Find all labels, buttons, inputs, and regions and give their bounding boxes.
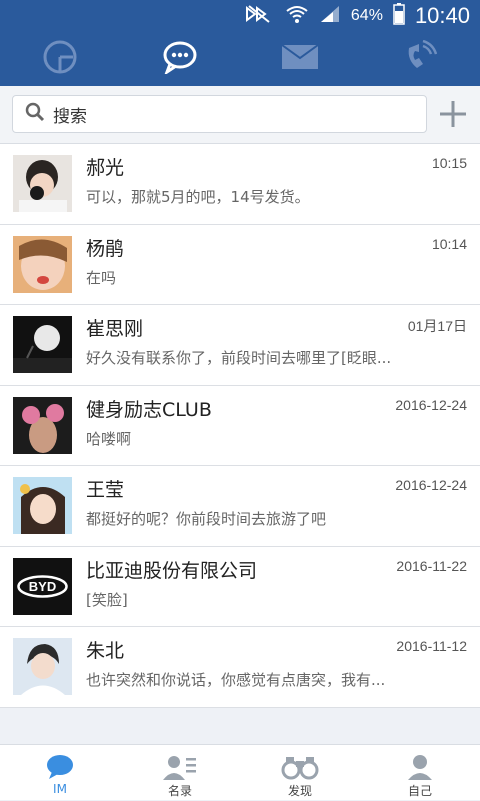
conversation-row[interactable]: 朱北 2016-11-12 也许突然和你说话，你感觉有点唐突，我有... [0, 627, 480, 708]
avatar: BYD [13, 557, 72, 615]
contact-name: 比亚迪股份有限公司 [86, 559, 258, 582]
chat-bubbles-icon [162, 40, 198, 78]
message-time: 10:15 [431, 155, 467, 171]
bottom-nav: IM 名录 发现 自己 [0, 744, 480, 800]
message-preview: 可以，那就5月的吧，14号发货。 [86, 188, 310, 206]
tab-g[interactable] [0, 32, 120, 86]
avatar [13, 638, 72, 695]
conversation-list: 郝光 10:15 可以，那就5月的吧，14号发货。 杨鹃 10:14 在吗 崔思… [0, 144, 480, 708]
top-tab-bar [0, 32, 480, 86]
tab-mail[interactable] [240, 32, 360, 86]
message-preview: 哈喽啊 [86, 429, 132, 448]
message-time: 01月17日 [407, 318, 467, 334]
conversation-row[interactable]: 健身励志CLUB 2016-12-24 哈喽啊 [0, 385, 480, 466]
conversation-row[interactable]: 郝光 10:15 可以，那就5月的吧，14号发货。 [0, 144, 480, 225]
person-icon [400, 754, 440, 780]
search-bar: 搜索 [0, 86, 480, 144]
phone-icon [403, 39, 438, 78]
nav-discover[interactable]: 发现 [240, 745, 360, 801]
search-placeholder: 搜索 [53, 106, 87, 127]
message-preview: [笑脸] [86, 590, 128, 609]
avatar [13, 396, 72, 454]
wifi-icon [285, 4, 309, 29]
g-logo-icon [43, 40, 77, 78]
nav-directory[interactable]: 名录 [120, 745, 240, 801]
message-preview: 也许突然和你说话，你感觉有点唐突，我有... [86, 671, 386, 689]
plus-icon [436, 101, 470, 135]
contact-name: 健身励志CLUB [86, 398, 212, 421]
contact-name: 王莹 [86, 479, 125, 501]
contact-name: 郝光 [86, 157, 125, 179]
status-bar: 64% 10:40 [0, 0, 480, 32]
contacts-list-icon [160, 754, 200, 780]
chat-icon [40, 754, 80, 780]
avatar [13, 316, 72, 373]
signal-icon [319, 4, 341, 29]
nav-me[interactable]: 自己 [360, 745, 480, 801]
nav-label: 自己 [407, 784, 432, 798]
search-icon [25, 102, 45, 126]
tab-phone[interactable] [360, 32, 480, 86]
nav-im[interactable]: IM [0, 745, 120, 801]
message-preview: 都挺好的呢？你前段时间去旅游了吧 [86, 510, 327, 528]
conversation-row[interactable]: 崔思刚 01月17日 好久没有联系你了，前段时间去哪里了[眨眼... [0, 305, 480, 386]
message-time: 2016-12-24 [395, 396, 467, 413]
message-preview: 好久没有联系你了，前段时间去哪里了[眨眼... [86, 349, 392, 367]
binoculars-icon [280, 754, 320, 780]
mail-icon [281, 44, 319, 74]
message-time: 2016-12-24 [395, 477, 467, 493]
avatar [13, 235, 72, 293]
message-time: 10:14 [431, 235, 467, 252]
message-time: 2016-11-12 [396, 638, 467, 654]
contact-name: 朱北 [86, 640, 125, 662]
clock: 10:40 [414, 3, 470, 28]
contact-name: 崔思刚 [86, 318, 144, 340]
message-time: 2016-11-22 [396, 557, 467, 574]
nav-label: IM [53, 782, 67, 796]
avatar [13, 477, 72, 534]
conversation-row[interactable]: 王莹 2016-12-24 都挺好的呢？你前段时间去旅游了吧 [0, 466, 480, 547]
add-button[interactable] [436, 97, 470, 131]
svg-text:BYD: BYD [29, 579, 56, 594]
contact-name: 杨鹃 [86, 237, 125, 260]
battery-percent: 64% [350, 7, 383, 24]
nav-label: 名录 [167, 784, 192, 798]
search-input[interactable]: 搜索 [12, 95, 427, 133]
conversation-row[interactable]: BYD 比亚迪股份有限公司 2016-11-22 [笑脸] [0, 546, 480, 627]
battery-icon [393, 2, 405, 30]
tab-messages[interactable] [120, 32, 240, 86]
message-preview: 在吗 [86, 268, 117, 287]
conversation-row[interactable]: 杨鹃 10:14 在吗 [0, 224, 480, 305]
mute-icon [245, 4, 275, 29]
avatar [13, 155, 72, 212]
nav-label: 发现 [287, 784, 312, 798]
